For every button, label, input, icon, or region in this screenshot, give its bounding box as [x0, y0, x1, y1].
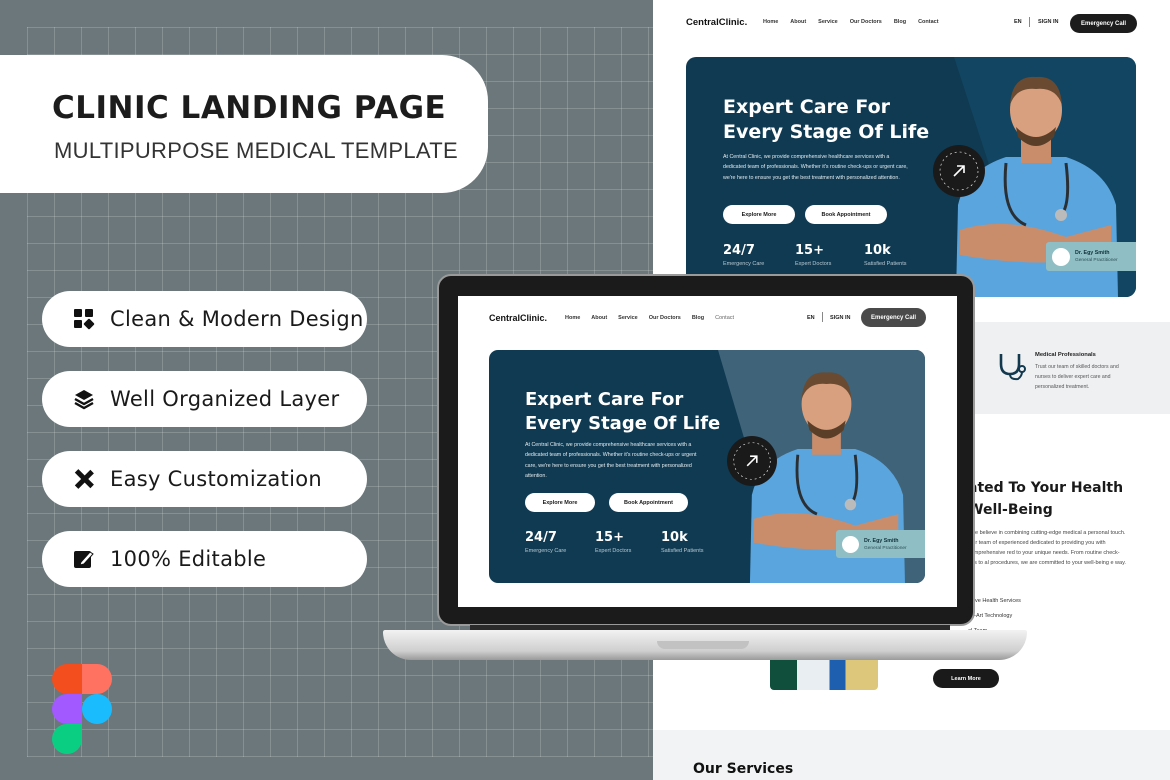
nav-link-blog[interactable]: Blog [692, 315, 704, 321]
sign-in-link[interactable]: SIGN IN [1038, 19, 1058, 25]
laptop-screen: CentralClinic. Home About Service Our Do… [458, 296, 957, 607]
explore-more-button[interactable]: Explore More [525, 493, 595, 512]
emergency-call-button[interactable]: Emergency Call [1070, 14, 1137, 33]
doctor-card: Dr. Egy Smith General Practitioner [1046, 242, 1136, 271]
stat: 24/7 Emergency Care [723, 243, 764, 267]
nav-link-service[interactable]: Service [618, 315, 638, 321]
arrow-up-right-icon [733, 442, 771, 480]
about-heading-line1: ated To Your Health [968, 480, 1124, 496]
about-list-item: nsive Health Services [968, 598, 1021, 604]
nav-link-home[interactable]: Home [763, 19, 778, 25]
learn-more-button[interactable]: Learn More [933, 669, 999, 688]
sign-in-link[interactable]: SIGN IN [830, 315, 850, 321]
nav-link-about[interactable]: About [790, 19, 806, 25]
doctor-avatar [1052, 247, 1070, 266]
stat-value: 10k [661, 530, 688, 545]
about-heading-line2: Well-Being [968, 502, 1053, 518]
edit-icon [72, 547, 96, 571]
book-appointment-button[interactable]: Book Appointment [805, 205, 887, 224]
nav-link-doctors[interactable]: Our Doctors [850, 19, 882, 25]
feature-label: 100% Editable [110, 547, 267, 571]
hero-title-line2: Every Stage Of Life [723, 121, 930, 143]
hero-title: Expert Care For Every Stage Of Life [525, 388, 720, 436]
hero-title-line2: Every Stage Of Life [525, 413, 721, 434]
title-card: CLINIC LANDING PAGE MULTIPURPOSE MEDICAL… [0, 55, 488, 193]
feature-label: Easy Customization [110, 467, 322, 491]
feature-pill: 100% Editable [42, 531, 367, 587]
hero-title: Expert Care For Every Stage Of Life [723, 95, 929, 145]
nav-link-service[interactable]: Service [818, 19, 838, 25]
doctor-role: General Practitioner [1075, 258, 1118, 263]
hero-section: Expert Care For Every Stage Of Life At Ce… [489, 350, 925, 583]
stat: 10k Satisfied Patients [661, 530, 704, 554]
about-heading: ated To Your Health Well-Being [968, 477, 1123, 521]
promo-title: CLINIC LANDING PAGE [52, 90, 447, 126]
care-badge[interactable] [933, 145, 985, 197]
doctor-card: Dr. Egy Smith General Practitioner [836, 530, 925, 558]
doctor-role: General Practitioner [864, 545, 907, 551]
emergency-call-button[interactable]: Emergency Call [861, 308, 926, 327]
promo-subtitle: MULTIPURPOSE MEDICAL TEMPLATE [54, 138, 458, 163]
stat-label: Expert Doctors [595, 548, 632, 554]
stat: 10k Satisfied Patients [864, 243, 907, 267]
hero-section: Expert Care For Every Stage Of Life At Ce… [686, 57, 1136, 297]
stat-value: 15+ [595, 530, 624, 545]
feature-pill: Easy Customization [42, 451, 367, 507]
feature-pill: Well Organized Layer [42, 371, 367, 427]
stat: 15+ Expert Doctors [595, 530, 631, 554]
doctor-name: Dr. Egy Smith [1075, 250, 1110, 256]
site-nav: CentralClinic. Home About Service Our Do… [653, 0, 1170, 46]
stethoscope-icon [999, 354, 1026, 381]
doctor-avatar [842, 535, 859, 553]
divider [1029, 17, 1030, 27]
stat-value: 24/7 [723, 243, 755, 258]
stat: 15+ Expert Doctors [795, 243, 831, 267]
nav-link-contact[interactable]: Contact [918, 19, 938, 25]
stat-label: Expert Doctors [795, 261, 832, 267]
nav-links: Home About Service Our Doctors Blog Cont… [565, 315, 734, 321]
nav-link-blog[interactable]: Blog [894, 19, 906, 25]
explore-more-button[interactable]: Explore More [723, 205, 795, 224]
stat-label: Emergency Care [723, 261, 765, 267]
feature-card-description: Trust our team of skilled doctors and nu… [1035, 364, 1119, 390]
layers-icon [72, 387, 96, 411]
feature-pill: Clean & Modern Design [42, 291, 367, 347]
feature-card-title: Medical Professionals [1035, 352, 1096, 358]
arrow-up-right-icon [939, 151, 979, 191]
hero-title-line1: Expert Care For [723, 96, 891, 118]
figma-logo [52, 664, 112, 754]
feature-label: Clean & Modern Design [110, 307, 364, 331]
stat: 24/7 Emergency Care [525, 530, 566, 554]
brand-logo[interactable]: CentralClinic. [686, 17, 747, 28]
hero-title-line1: Expert Care For [525, 389, 684, 410]
stat-value: 15+ [795, 243, 824, 258]
laptop-notch [657, 641, 749, 649]
nav-links: Home About Service Our Doctors Blog Cont… [763, 19, 939, 25]
stat-label: Satisfied Patients [661, 548, 704, 554]
hero-description: At Central Clinic, we provide comprehens… [723, 154, 908, 181]
stat-label: Satisfied Patients [864, 261, 907, 267]
brand-logo[interactable]: CentralClinic. [489, 313, 547, 323]
book-appointment-button[interactable]: Book Appointment [609, 493, 688, 512]
doctor-name: Dr. Egy Smith [864, 537, 899, 544]
language-selector[interactable]: EN [1014, 19, 1022, 25]
hero-description: At Central Clinic, we provide comprehens… [525, 442, 697, 480]
nav-link-home[interactable]: Home [565, 315, 580, 321]
services-heading: Our Services [693, 761, 794, 777]
site-nav: CentralClinic. Home About Service Our Do… [458, 296, 957, 342]
widgets-icon [72, 307, 96, 331]
nav-link-about[interactable]: About [591, 315, 607, 321]
care-badge[interactable] [727, 436, 777, 486]
design-tools-icon [72, 467, 96, 491]
stat-label: Emergency Care [525, 548, 567, 554]
stat-value: 24/7 [525, 530, 557, 545]
language-selector[interactable]: EN [807, 315, 815, 321]
divider [822, 312, 823, 322]
stat-value: 10k [864, 243, 891, 258]
nav-link-doctors[interactable]: Our Doctors [649, 315, 681, 321]
about-body: , we believe in combining cutting-edge m… [968, 530, 1126, 566]
feature-label: Well Organized Layer [110, 387, 340, 411]
nav-link-contact[interactable]: Contact [715, 315, 734, 321]
